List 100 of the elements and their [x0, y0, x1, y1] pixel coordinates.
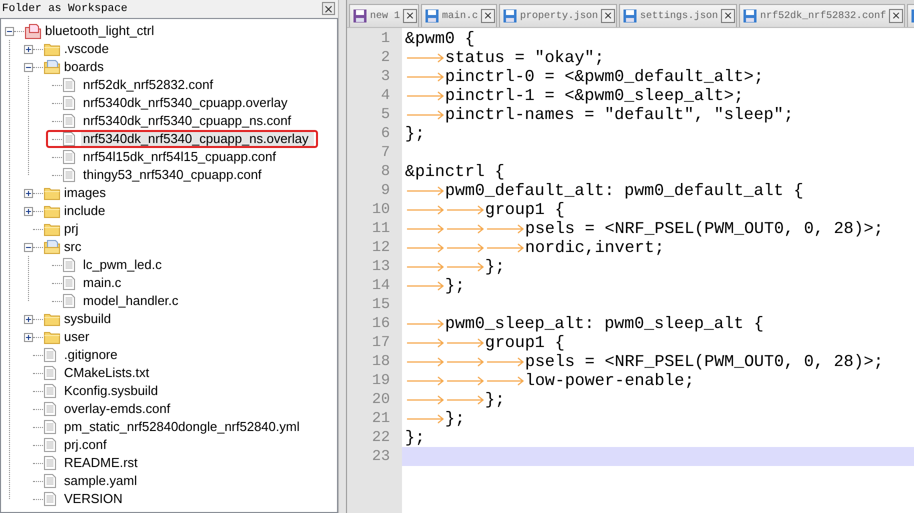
file-name[interactable]: Kconfig.sysbuild: [62, 382, 160, 400]
folder-name[interactable]: src: [62, 238, 84, 256]
close-icon[interactable]: ×: [403, 9, 418, 23]
code-line: };: [445, 276, 465, 295]
expander-icon[interactable]: [24, 242, 33, 252]
folder-icon: [44, 186, 60, 200]
file-name[interactable]: README.rst: [62, 454, 140, 472]
file-name[interactable]: model_handler.c: [81, 292, 180, 310]
tab-arrow-icon: [485, 356, 525, 366]
file-name[interactable]: nrf5340dk_nrf5340_cpuapp_ns.conf: [81, 112, 294, 130]
tab-arrow-icon: [405, 72, 445, 82]
line-number: 19: [370, 371, 391, 390]
tab-arrow-icon: [405, 204, 445, 214]
code-line: psels = <NRF_PSEL(PWM_OUT0, 0, 28)>;: [525, 352, 884, 371]
folder-name[interactable]: boards: [62, 58, 106, 76]
code-line: pinctrl-0 = <&pwm0_default_alt>;: [445, 67, 764, 86]
line-number: 1: [380, 29, 391, 48]
file-name[interactable]: pm_static_nrf52840dongle_nrf52840.yml: [62, 418, 302, 436]
file-icon: [44, 456, 56, 470]
folder-name[interactable]: .vscode: [62, 40, 111, 58]
line-number: 13: [370, 257, 391, 276]
line-number: 17: [370, 333, 391, 352]
line-number: 4: [380, 86, 391, 105]
tab-arrow-icon: [445, 394, 485, 404]
line-number: 12: [370, 238, 391, 257]
line-number: 14: [370, 276, 391, 295]
line-number: 20: [370, 390, 391, 409]
expander-icon[interactable]: [24, 206, 33, 216]
file-tab[interactable]: property.json ×: [499, 4, 618, 27]
folder-icon: [44, 60, 60, 74]
file-icon: [63, 150, 75, 164]
file-name[interactable]: main.c: [81, 274, 124, 292]
folder-icon: [44, 312, 60, 326]
line-number: 7: [380, 143, 391, 162]
code-line: low-power-enable;: [525, 371, 694, 390]
code-line: status = "okay";: [445, 48, 604, 67]
folder-icon: [44, 330, 60, 344]
file-tab[interactable]: nrf52dk_nrf52832.conf ×: [739, 4, 906, 27]
file-name[interactable]: CMakeLists.txt: [62, 364, 152, 382]
file-name[interactable]: thingy53_nrf5340_cpuapp.conf: [81, 166, 264, 184]
close-icon[interactable]: ×: [481, 9, 496, 23]
tab-arrow-icon: [405, 280, 445, 290]
file-icon: [63, 114, 75, 128]
expander-icon[interactable]: [24, 188, 33, 198]
line-number: 8: [380, 162, 391, 181]
file-name[interactable]: nrf5340dk_nrf5340_cpuapp.overlay: [81, 94, 290, 112]
line-number: 16: [370, 314, 391, 333]
file-name[interactable]: overlay-emds.conf: [62, 400, 172, 418]
file-name[interactable]: VERSION: [62, 490, 125, 508]
tab-arrow-icon: [405, 186, 445, 196]
line-number: 2: [380, 48, 391, 67]
file-tab[interactable]: new 1 ×: [349, 4, 420, 27]
tab-arrow-icon: [405, 338, 445, 348]
file-icon: [44, 492, 56, 506]
expander-icon[interactable]: [24, 62, 33, 72]
file-name[interactable]: prj.conf: [62, 436, 109, 454]
file-icon: [63, 294, 75, 308]
folder-name[interactable]: bluetooth_light_ctrl: [43, 22, 156, 40]
close-icon[interactable]: ×: [601, 9, 616, 23]
file-tab[interactable]: settings.json ×: [619, 4, 738, 27]
file-icon: [63, 258, 75, 272]
expander-icon[interactable]: [24, 44, 33, 54]
file-name[interactable]: sample.yaml: [62, 472, 139, 490]
tab-arrow-icon: [445, 376, 485, 386]
expander-icon[interactable]: [5, 26, 14, 36]
expander-icon[interactable]: [24, 314, 33, 324]
file-icon: [63, 276, 75, 290]
line-number: 15: [370, 295, 391, 314]
close-icon[interactable]: ×: [721, 9, 736, 23]
file-name[interactable]: nrf54l15dk_nrf54l15_cpuapp.conf: [81, 148, 278, 166]
tab-arrow-icon: [405, 414, 445, 424]
file-name[interactable]: .gitignore: [62, 346, 120, 364]
tab-arrow-icon: [445, 338, 485, 348]
folder-name[interactable]: sysbuild: [62, 310, 113, 328]
line-number: 5: [380, 105, 391, 124]
code-line: pwm0_default_alt: pwm0_default_alt {: [445, 181, 804, 200]
expander-icon[interactable]: [24, 332, 33, 342]
file-name[interactable]: nrf52dk_nrf52832.conf: [81, 76, 216, 94]
line-number: 11: [370, 219, 391, 238]
tab-arrow-icon: [405, 52, 445, 62]
tab-arrow-icon: [485, 376, 525, 386]
folder-name[interactable]: include: [62, 202, 108, 220]
code-line: };: [445, 409, 465, 428]
close-button[interactable]: ×: [322, 2, 335, 15]
project-icon: [25, 24, 41, 38]
line-number: 21: [370, 409, 391, 428]
file-icon: [44, 420, 56, 434]
tab-arrow-icon: [405, 110, 445, 120]
folder-icon: [44, 204, 60, 218]
tab-arrow-icon: [405, 394, 445, 404]
file-icon: [63, 78, 75, 92]
code-line: &pinctrl {: [405, 162, 505, 181]
folder-name[interactable]: images: [62, 184, 108, 202]
close-icon[interactable]: ×: [889, 9, 904, 23]
folder-name[interactable]: user: [62, 328, 92, 346]
folder-icon: [44, 240, 60, 254]
tab-arrow-icon: [405, 376, 445, 386]
file-name[interactable]: lc_pwm_led.c: [81, 256, 164, 274]
folder-name[interactable]: prj: [62, 220, 80, 238]
file-tab[interactable]: main.c ×: [421, 4, 498, 27]
